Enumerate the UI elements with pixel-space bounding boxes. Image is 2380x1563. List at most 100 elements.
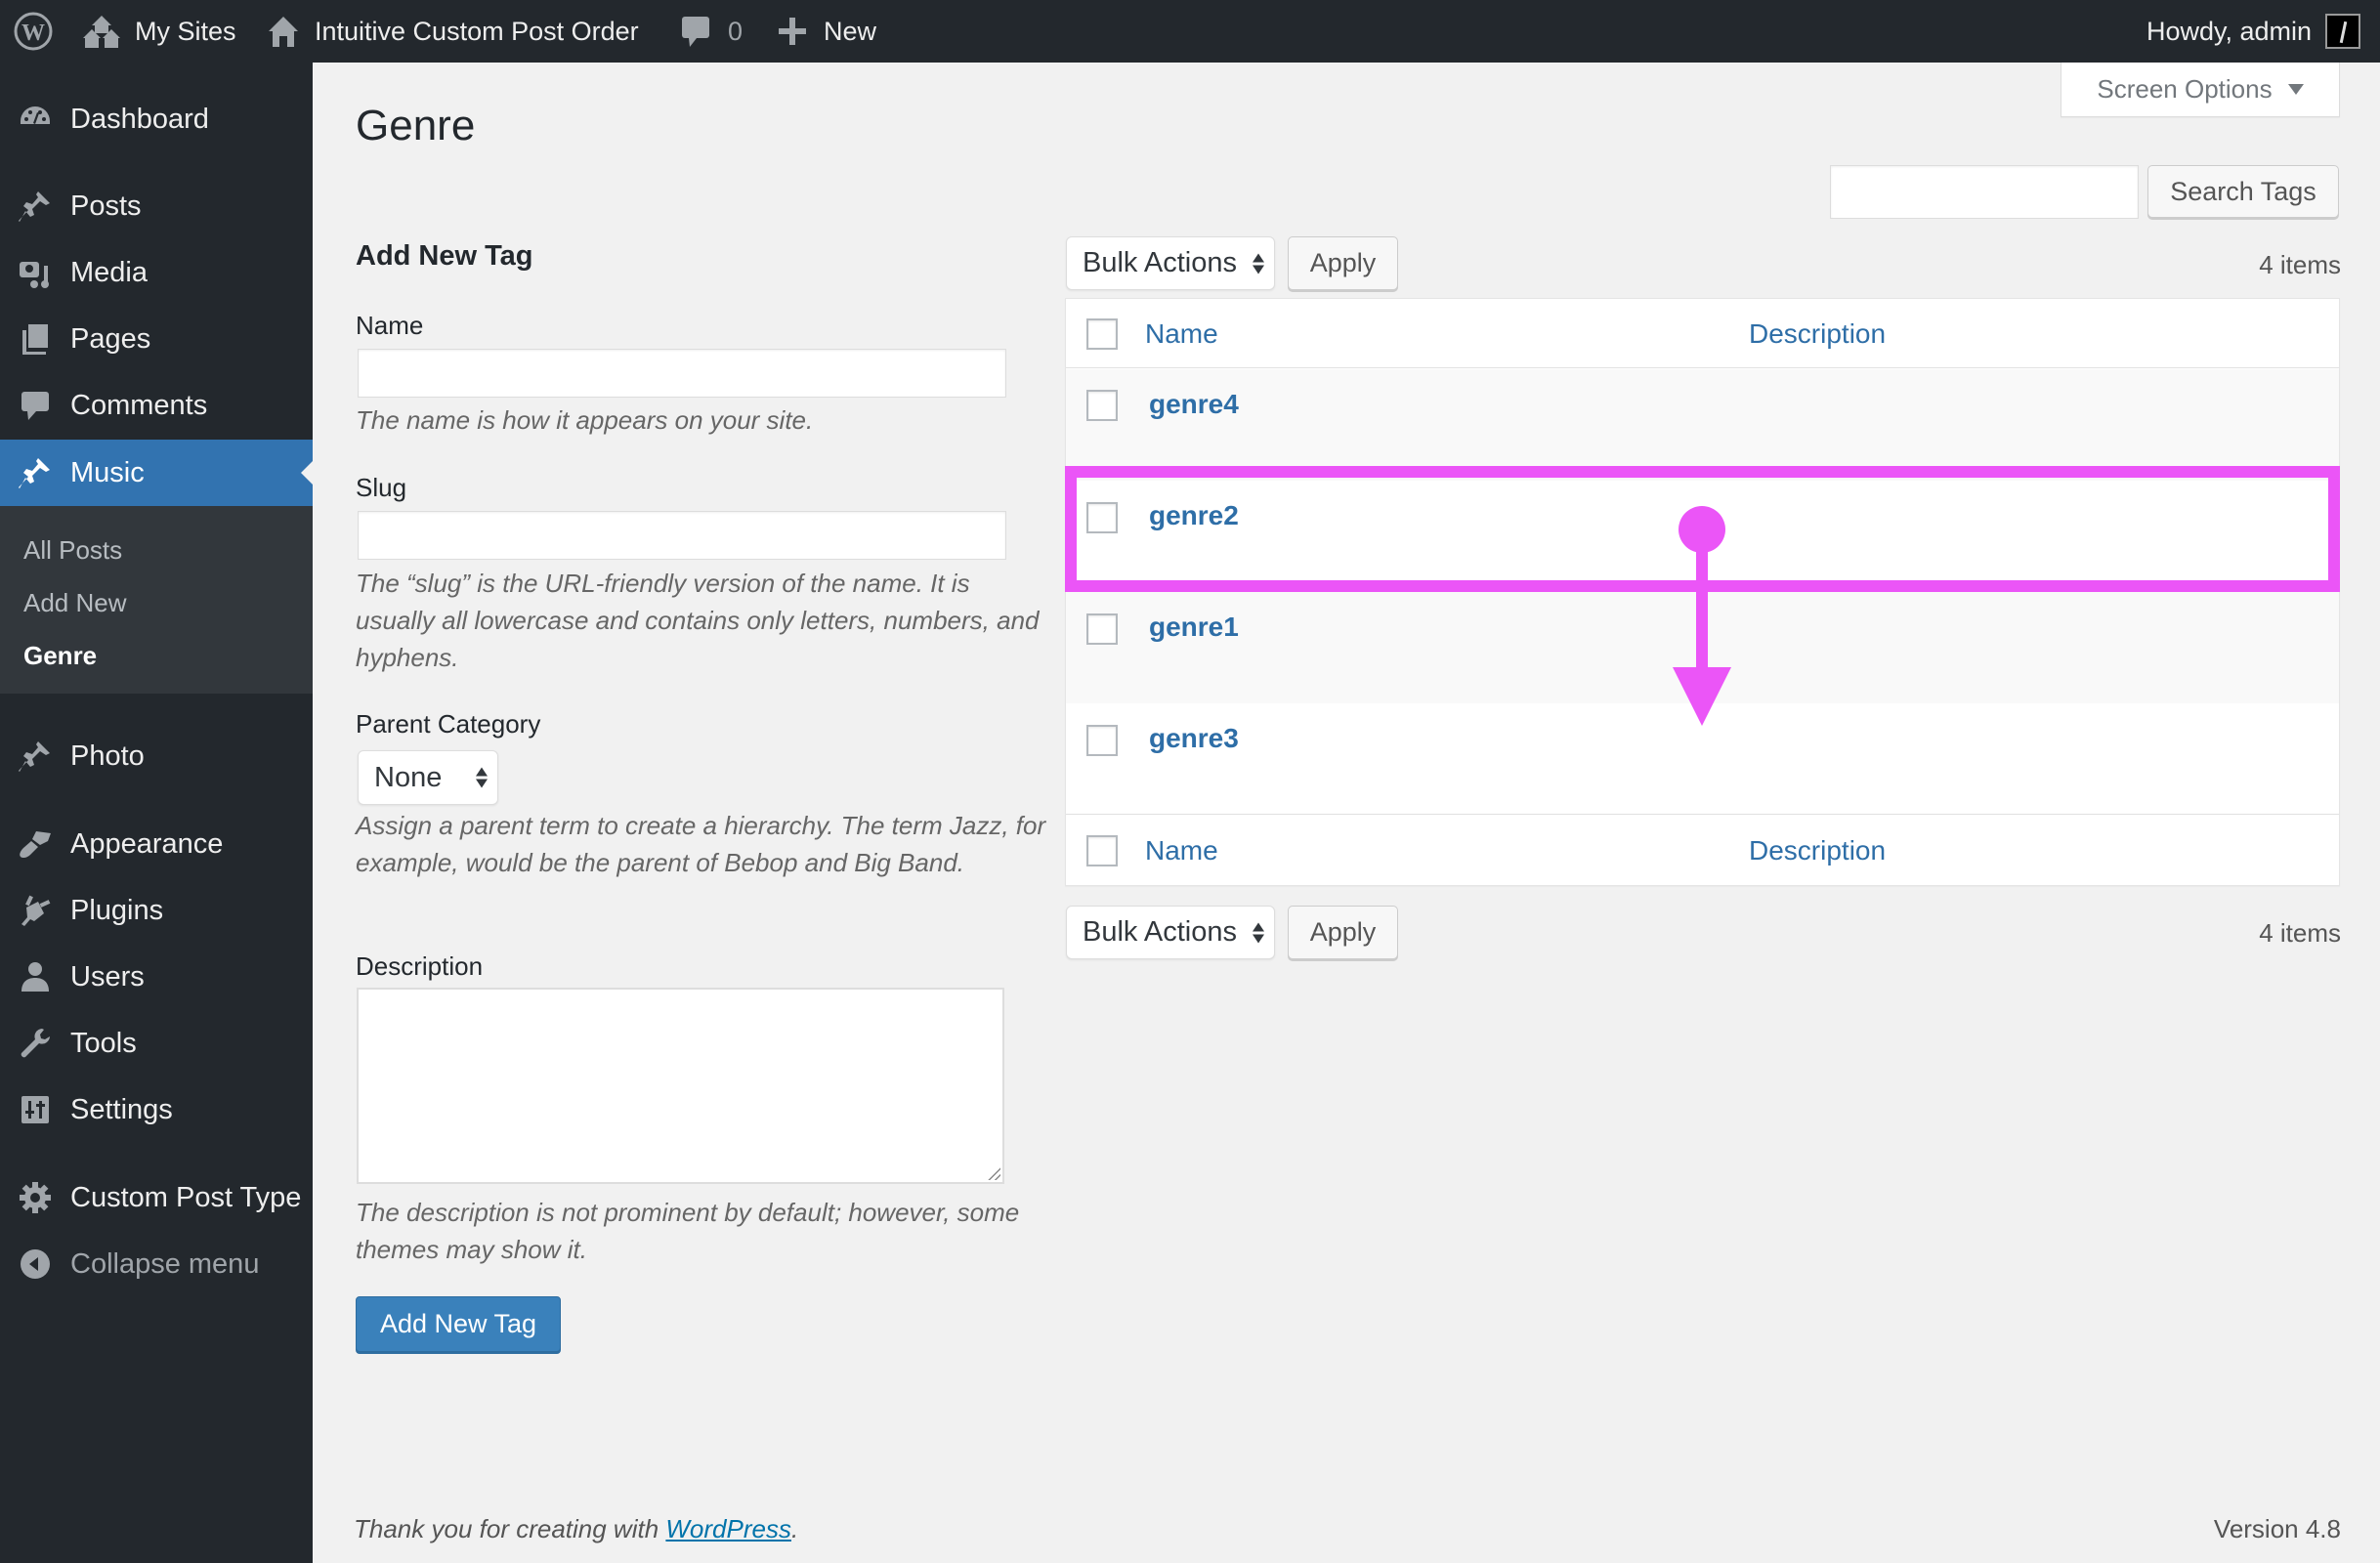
pin-icon <box>18 189 53 224</box>
select-all-checkbox-footer[interactable] <box>1086 835 1118 866</box>
sidebar-item-settings[interactable]: Settings <box>0 1077 313 1143</box>
howdy-label: Howdy, admin <box>2146 16 2313 46</box>
site-name-label: Intuitive Custom Post Order <box>315 16 639 46</box>
apply-button-top[interactable]: Apply <box>1288 236 1398 290</box>
wordpress-logo-icon: W <box>14 12 53 51</box>
svg-text:W: W <box>21 21 45 46</box>
sidebar-item-appearance[interactable]: Appearance <box>0 811 313 877</box>
media-icon <box>18 255 53 290</box>
sidebar-item-music[interactable]: Music <box>0 440 313 506</box>
parent-help-text: Assign a parent term to create a hierarc… <box>356 811 1046 877</box>
add-new-tag-heading: Add New Tag <box>356 240 533 272</box>
row-checkbox[interactable] <box>1086 613 1118 645</box>
slug-label: Slug <box>356 473 407 502</box>
admin-bar: W My Sites Intuitive Custom Post Order 0… <box>0 0 2380 63</box>
plus-icon <box>779 18 806 45</box>
apply-button-bottom[interactable]: Apply <box>1288 906 1398 959</box>
search-tags-input[interactable] <box>1830 165 2139 219</box>
sidebar-item-custom-post-type[interactable]: Custom Post Type <box>0 1164 313 1231</box>
bulk-actions-value: Bulk Actions <box>1083 916 1237 948</box>
submenu-item-all-posts[interactable]: All Posts <box>23 535 122 566</box>
sidebar-item-label: Pages <box>70 322 151 355</box>
footer-version: Version 4.8 <box>2213 1514 2341 1543</box>
sidebar-item-pages[interactable]: Pages <box>0 306 313 372</box>
row-name-link[interactable]: genre2 <box>1149 500 1239 531</box>
row-checkbox[interactable] <box>1086 390 1118 421</box>
select-all-checkbox[interactable] <box>1086 318 1118 350</box>
sidebar-item-label: Music <box>70 456 145 488</box>
sidebar-item-label: Media <box>70 256 148 288</box>
bulk-actions-select-top[interactable]: Bulk Actions <box>1066 236 1275 290</box>
parent-category-label: Parent Category <box>356 709 541 739</box>
new-label: New <box>824 16 877 46</box>
comments-count: 0 <box>728 16 744 46</box>
footer-thanks-suffix: . <box>790 1514 799 1543</box>
row-name-link[interactable]: genre4 <box>1149 389 1239 420</box>
comment-icon <box>682 17 709 47</box>
tag-name-input[interactable] <box>358 349 1006 398</box>
sidebar-item-label: Dashboard <box>70 103 209 135</box>
submenu-item-genre[interactable]: Genre <box>23 641 97 671</box>
caret-down-icon <box>2287 84 2304 95</box>
row-checkbox[interactable] <box>1086 725 1118 756</box>
sidebar-item-comments[interactable]: Comments <box>0 372 313 439</box>
sidebar-item-photo[interactable]: Photo <box>0 723 313 789</box>
wordpress-link[interactable]: WordPress <box>665 1514 791 1543</box>
column-name-header[interactable]: Name <box>1145 318 1218 350</box>
sidebar-item-users[interactable]: Users <box>0 944 313 1010</box>
table-row[interactable]: genre2 <box>1066 481 2339 592</box>
my-account-menu[interactable]: Howdy, admin <box>2146 0 2361 63</box>
admin-sidebar: Dashboard Posts Media Pages Comments Mus… <box>0 63 313 1563</box>
add-new-tag-button[interactable]: Add New Tag <box>356 1296 561 1352</box>
table-row[interactable]: genre1 <box>1066 592 2339 703</box>
column-description-header[interactable]: Description <box>1749 318 1886 350</box>
comments-menu[interactable]: 0 <box>681 0 743 63</box>
column-name-footer[interactable]: Name <box>1145 835 1218 866</box>
sidebar-item-label: Comments <box>70 389 208 421</box>
bulk-actions-select-bottom[interactable]: Bulk Actions <box>1066 906 1275 959</box>
plugin-icon <box>18 893 53 928</box>
row-name-link[interactable]: genre3 <box>1149 723 1239 754</box>
sidebar-item-label: Settings <box>70 1093 173 1125</box>
table-row[interactable]: genre3 <box>1066 703 2339 815</box>
sidebar-item-tools[interactable]: Tools <box>0 1010 313 1077</box>
sidebar-item-plugins[interactable]: Plugins <box>0 877 313 944</box>
parent-category-select[interactable]: None <box>358 750 498 805</box>
sidebar-item-dashboard[interactable]: Dashboard <box>0 86 313 152</box>
submenu-item-add-new[interactable]: Add New <box>23 588 127 618</box>
gear-icon <box>18 1180 53 1215</box>
sidebar-item-label: Users <box>70 960 145 993</box>
row-name-link[interactable]: genre1 <box>1149 612 1239 643</box>
screen-options-label: Screen Options <box>2097 74 2273 104</box>
select-arrows-icon <box>476 767 488 788</box>
slug-help-text: The “slug” is the URL-friendly version o… <box>356 569 1040 672</box>
sidebar-item-media[interactable]: Media <box>0 239 313 306</box>
wrench-icon <box>18 1026 53 1061</box>
row-checkbox[interactable] <box>1086 502 1118 533</box>
name-help-text: The name is how it appears on your site. <box>356 405 814 435</box>
music-submenu: All Posts Add New Genre <box>0 506 313 694</box>
new-content-menu[interactable]: New <box>779 0 876 63</box>
search-tags-button[interactable]: Search Tags <box>2147 165 2339 218</box>
wordpress-logo-button[interactable]: W <box>14 0 53 63</box>
home-icon <box>269 17 298 47</box>
screen-options-button[interactable]: Screen Options <box>2061 63 2340 117</box>
footer-thanks-text: Thank you for creating with <box>354 1514 666 1543</box>
name-label: Name <box>356 311 424 340</box>
tag-description-textarea[interactable] <box>357 988 1004 1184</box>
table-row[interactable]: genre4 <box>1066 369 2339 481</box>
column-description-footer[interactable]: Description <box>1749 835 1886 866</box>
site-name-menu[interactable]: Intuitive Custom Post Order <box>268 0 639 63</box>
sidebar-item-label: Photo <box>70 739 145 772</box>
user-icon <box>18 959 53 994</box>
page-title: Genre <box>356 102 476 149</box>
footer-thanks: Thank you for creating with WordPress. <box>354 1514 798 1544</box>
sidebar-item-posts[interactable]: Posts <box>0 173 313 239</box>
resize-handle-icon[interactable] <box>987 1166 1000 1180</box>
settings-icon <box>18 1092 53 1127</box>
my-sites-menu[interactable]: My Sites <box>82 0 236 63</box>
collapse-menu-button[interactable]: Collapse menu <box>0 1231 313 1297</box>
brush-icon <box>18 826 53 862</box>
tags-table: Name Description genre4 genre2 genre1 ge… <box>1065 298 2340 886</box>
tag-slug-input[interactable] <box>358 511 1006 560</box>
